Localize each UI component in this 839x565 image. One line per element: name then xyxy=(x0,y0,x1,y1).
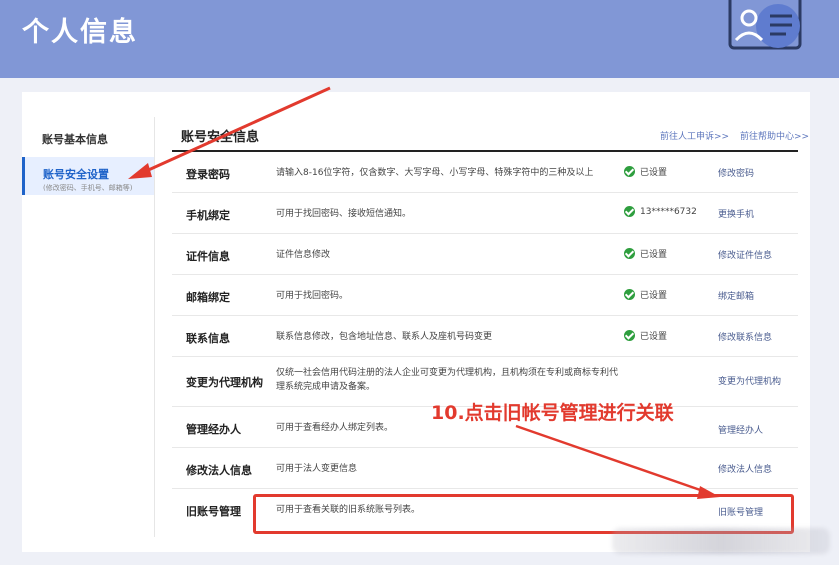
manual-appeal-link[interactable]: 前往人工申诉>> xyxy=(660,132,729,142)
row-status: 已设置 xyxy=(624,288,667,301)
row-name: 旧账号管理 xyxy=(186,505,241,518)
row-status: 已设置 xyxy=(624,329,667,342)
check-circle-icon xyxy=(624,248,635,259)
sidebar-item-hint: (修改密码、手机号、邮箱等) xyxy=(43,184,133,192)
row-name: 证件信息 xyxy=(186,250,230,263)
help-center-link[interactable]: 前往帮助中心>> xyxy=(740,132,809,142)
row-name: 手机绑定 xyxy=(186,209,230,222)
row-description: 请输入8-16位字符，仅含数字、大写字母、小写字母、特殊字符中的三种及以上 xyxy=(276,168,594,178)
sidebar-item-security-settings[interactable]: 账号安全设置 (修改密码、手机号、邮箱等) xyxy=(22,157,154,195)
help-links: 前往人工申诉>> 前往帮助中心>> xyxy=(660,129,817,142)
edit-contact-info-link[interactable]: 修改联系信息 xyxy=(718,330,772,343)
change-phone-link[interactable]: 更换手机 xyxy=(718,207,754,220)
sidebar-item-label: 账号安全设置 xyxy=(43,168,109,181)
row-name: 联系信息 xyxy=(186,332,230,345)
check-circle-icon xyxy=(624,289,635,300)
row-name: 邮箱绑定 xyxy=(186,291,230,304)
row-description: 可用于法人变更信息 xyxy=(276,464,358,474)
check-circle-icon xyxy=(624,166,635,177)
row-name: 登录密码 xyxy=(186,168,230,181)
page-header: 个人信息 xyxy=(0,0,839,78)
change-to-agency-link[interactable]: 变更为代理机构 xyxy=(718,374,781,387)
watermark-blur xyxy=(612,528,830,554)
table-row: 邮箱绑定 可用于找回密码。 已设置 绑定邮箱 xyxy=(172,275,798,316)
row-description: 可用于找回密码。 xyxy=(276,291,349,301)
check-circle-icon xyxy=(624,206,635,217)
row-description: 仅统一社会信用代码注册的法人企业可变更为代理机构，且机构须在专利或商标专利代理系… xyxy=(276,368,619,392)
row-name: 管理经办人 xyxy=(186,423,241,436)
bind-email-link[interactable]: 绑定邮箱 xyxy=(718,289,754,302)
row-status: 已设置 xyxy=(624,247,667,260)
edit-id-info-link[interactable]: 修改证件信息 xyxy=(718,248,772,261)
sidebar-divider xyxy=(154,117,155,537)
table-row: 联系信息 联系信息修改，包含地址信息、联系人及座机号码变更 已设置 修改联系信息 xyxy=(172,316,798,357)
row-name: 变更为代理机构 xyxy=(186,376,263,389)
row-description: 联系信息修改，包含地址信息、联系人及座机号码变更 xyxy=(276,332,493,342)
id-card-icon xyxy=(728,0,802,50)
row-status: 13*****6732 xyxy=(624,206,697,217)
row-status: 已设置 xyxy=(624,165,667,178)
table-row: 登录密码 请输入8-16位字符，仅含数字、大写字母、小写字母、特殊字符中的三种及… xyxy=(172,152,798,193)
check-circle-icon xyxy=(624,330,635,341)
annotation-text: 10.点击旧帐号管理进行关联 xyxy=(431,402,674,424)
table-row: 修改法人信息 可用于法人变更信息 修改法人信息 xyxy=(172,448,798,489)
table-row: 手机绑定 可用于找回密码、接收短信通知。 13*****6732 更换手机 xyxy=(172,193,798,234)
row-name: 修改法人信息 xyxy=(186,464,252,477)
row-description: 证件信息修改 xyxy=(276,250,331,260)
sidebar-item-basic-info[interactable]: 账号基本信息 xyxy=(42,131,108,147)
edit-legal-person-link[interactable]: 修改法人信息 xyxy=(718,462,772,475)
change-password-link[interactable]: 修改密码 xyxy=(718,166,754,179)
page-title: 个人信息 xyxy=(22,17,138,48)
table-row: 证件信息 证件信息修改 已设置 修改证件信息 xyxy=(172,234,798,275)
manage-agent-link[interactable]: 管理经办人 xyxy=(718,423,763,436)
section-title: 账号安全信息 xyxy=(181,130,260,145)
row-description: 可用于找回密码、接收短信通知。 xyxy=(276,209,412,219)
